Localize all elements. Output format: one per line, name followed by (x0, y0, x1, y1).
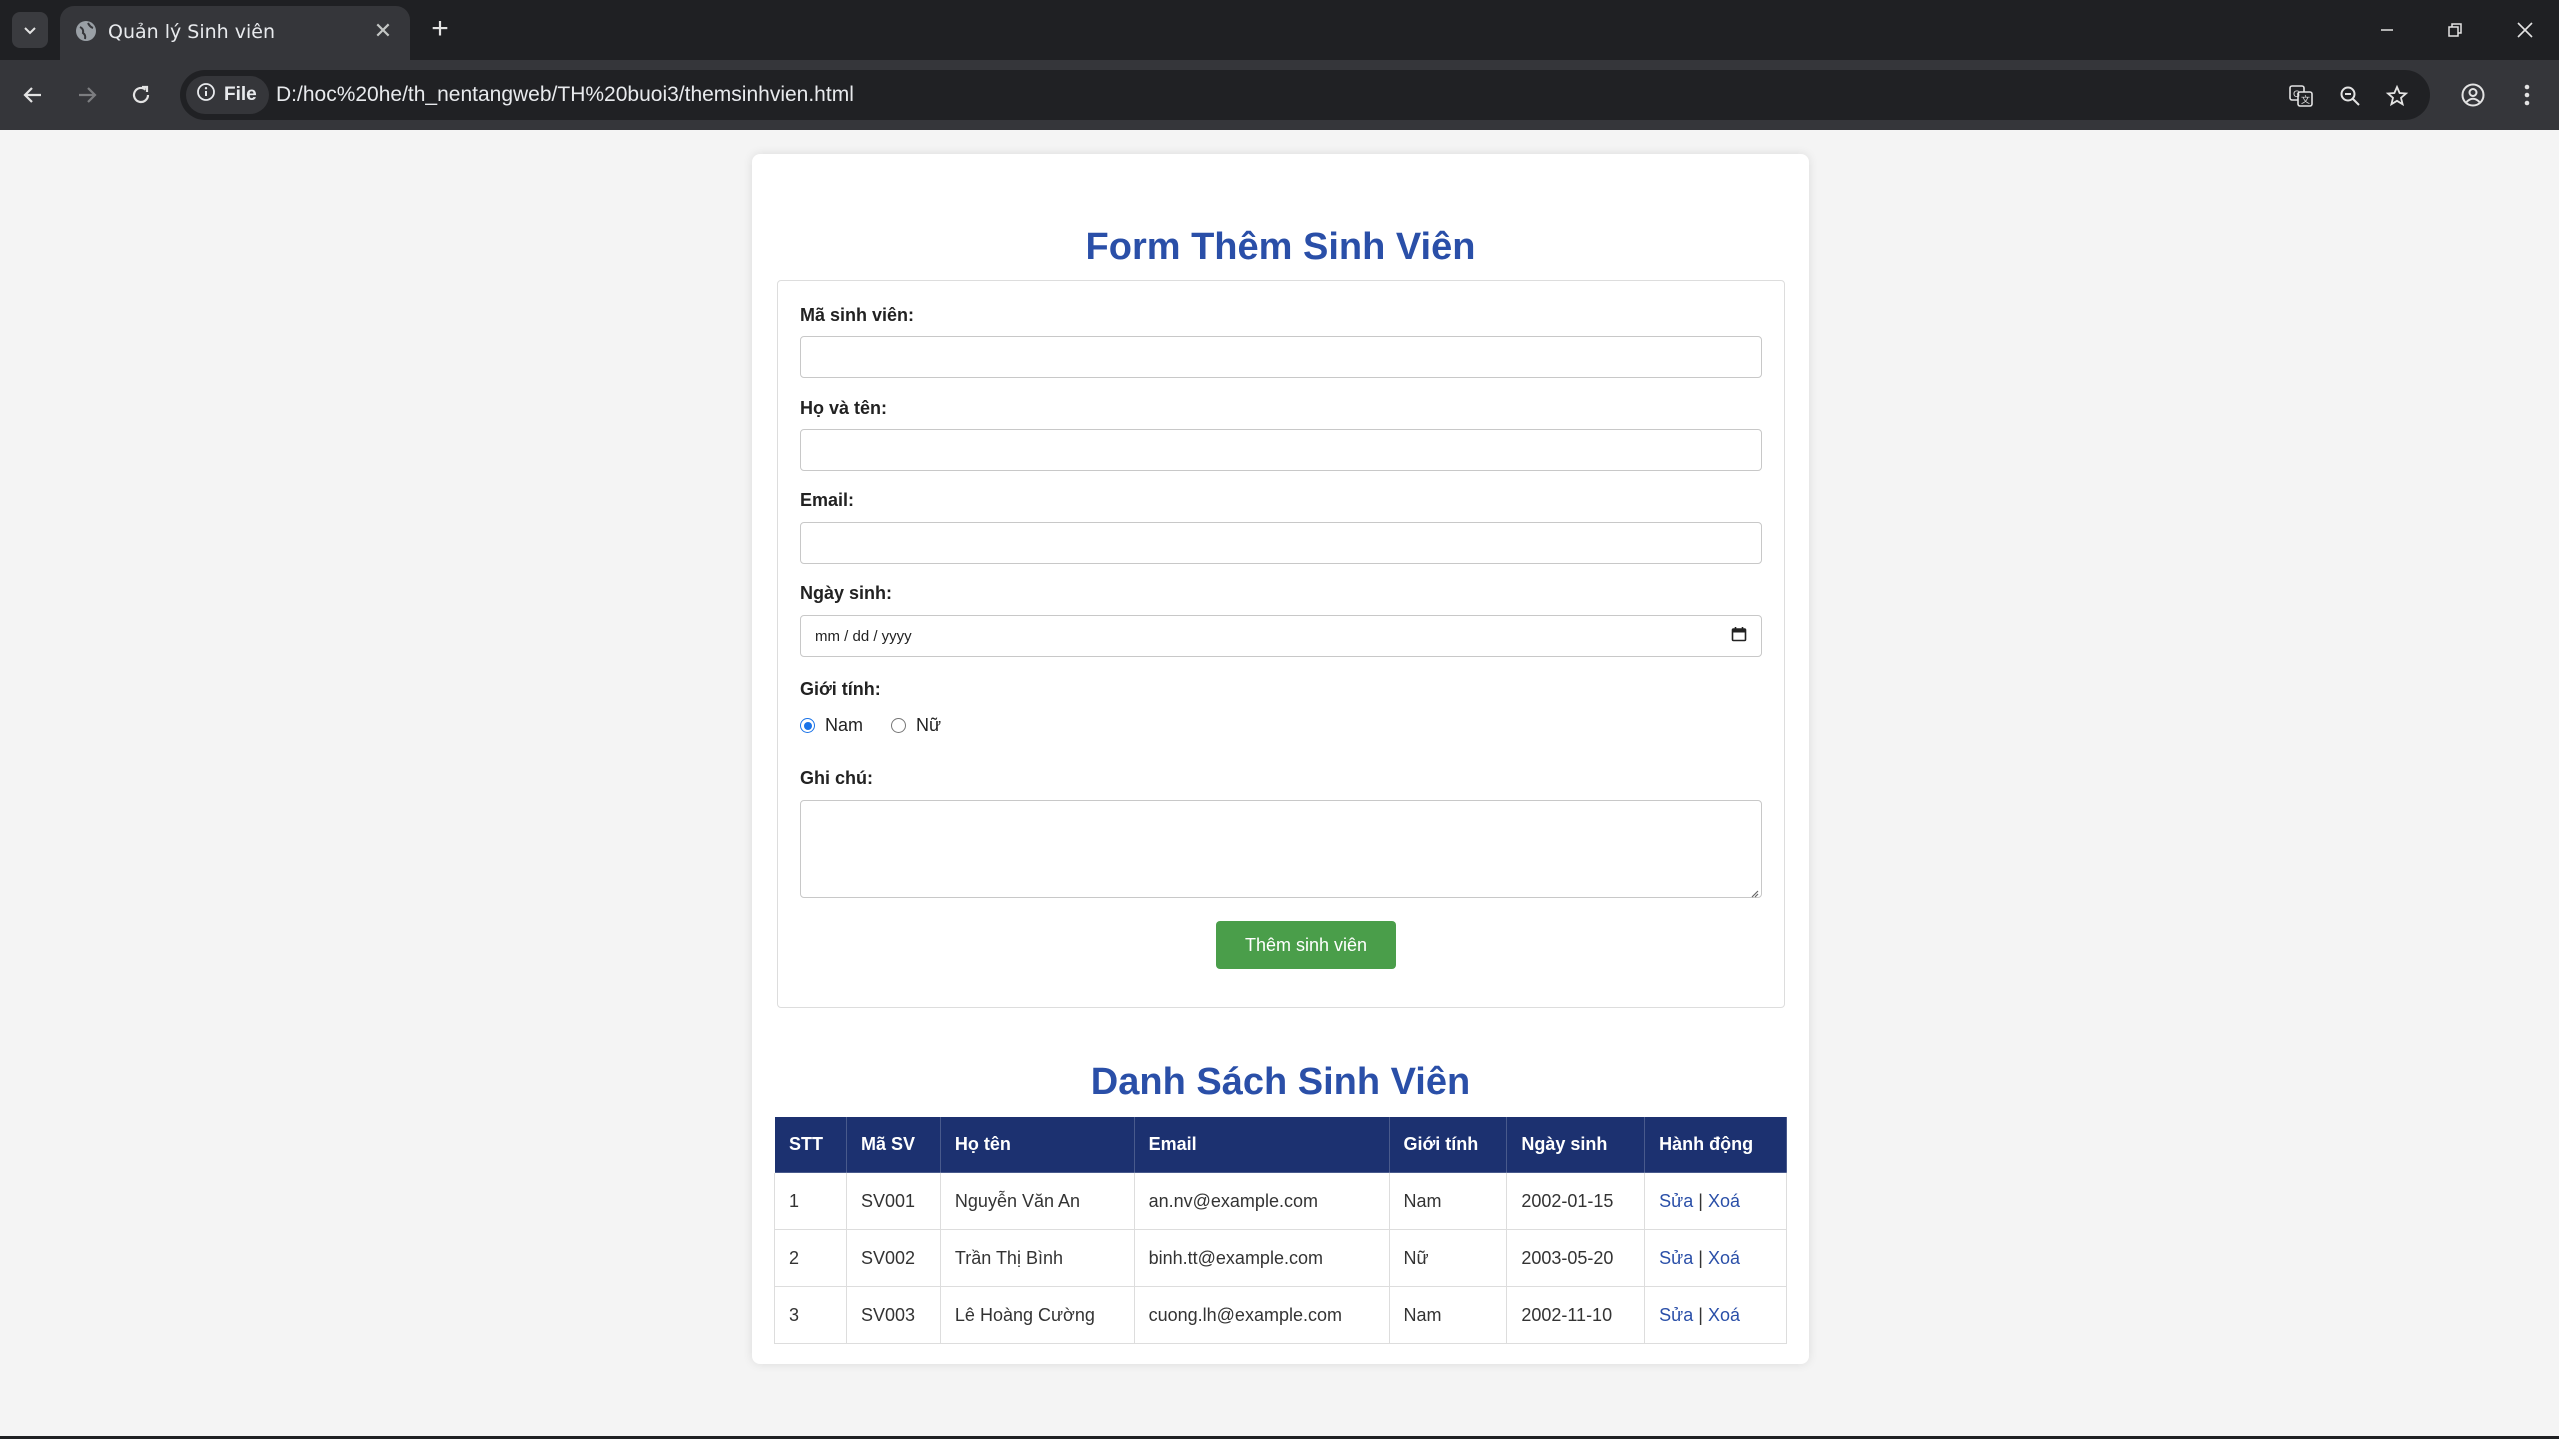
table-row: 2 SV002 Trần Thị Bình binh.tt@example.co… (774, 1229, 1787, 1287)
email-label: Email: (800, 490, 855, 510)
cell-gender: Nam (1388, 1172, 1508, 1230)
col-email: Email (1133, 1116, 1390, 1173)
action-separator: | (1698, 1304, 1703, 1325)
dob-input[interactable]: mm / dd / yyyy (800, 615, 1762, 657)
gender-label: Giới tính: (800, 679, 881, 699)
bookmark-star-icon[interactable] (2380, 79, 2414, 113)
student-id-input[interactable] (800, 336, 1762, 378)
table-row: 1 SV001 Nguyễn Văn An an.nv@example.com … (774, 1172, 1787, 1230)
cell-email: cuong.lh@example.com (1133, 1286, 1390, 1344)
reload-icon[interactable] (120, 74, 162, 116)
svg-text:G: G (2293, 90, 2300, 100)
student-id-label: Mã sinh viên: (800, 305, 915, 325)
col-gender: Giới tính (1388, 1116, 1508, 1173)
cell-name: Nguyễn Văn An (939, 1172, 1135, 1230)
cell-dob: 2002-01-15 (1506, 1172, 1646, 1230)
cell-student-id: SV001 (845, 1172, 941, 1230)
site-chip-label: File (224, 84, 257, 105)
cell-name: Trần Thị Bình (939, 1229, 1135, 1287)
gender-option-male: Nam (825, 715, 864, 735)
fullname-input[interactable] (800, 429, 1762, 471)
col-student-id: Mã SV (845, 1116, 941, 1173)
back-arrow-icon[interactable] (12, 74, 54, 116)
cell-gender: Nữ (1388, 1229, 1508, 1287)
col-actions: Hành động (1644, 1116, 1787, 1173)
window-close-icon[interactable] (2502, 8, 2548, 52)
fullname-label: Họ và tên: (800, 398, 888, 418)
cell-stt: 3 (774, 1286, 847, 1344)
col-dob: Ngày sinh (1506, 1116, 1646, 1173)
tab-title: Quản lý Sinh viên (108, 21, 276, 43)
browser-tab[interactable]: Quản lý Sinh viên ✕ (60, 6, 410, 60)
calendar-icon[interactable] (1731, 626, 1747, 646)
url-text[interactable]: D:/hoc%20he/th_nentangweb/TH%20buoi3/the… (276, 83, 854, 107)
globe-icon (74, 19, 98, 43)
student-table: STT Mã SV Họ tên Email Giới tính Ngày si… (774, 1116, 1787, 1344)
edit-link[interactable]: Sửa (1659, 1248, 1693, 1268)
cell-dob: 2002-11-10 (1506, 1286, 1646, 1344)
translate-icon[interactable]: G文 (2284, 79, 2318, 113)
cell-name: Lê Hoàng Cường (939, 1286, 1135, 1344)
new-tab-plus-icon[interactable]: + (422, 12, 458, 48)
cell-gender: Nam (1388, 1286, 1508, 1344)
dob-placeholder: mm / dd / yyyy (815, 627, 912, 645)
gender-radio-group: Nam Nữ (800, 715, 941, 736)
cell-email: an.nv@example.com (1133, 1172, 1390, 1230)
forward-arrow-icon[interactable] (66, 74, 108, 116)
email-input[interactable] (800, 522, 1762, 564)
browser-toolbar: File D:/hoc%20he/th_nentangweb/TH%20buoi… (0, 60, 2559, 130)
col-stt: STT (774, 1116, 847, 1173)
zoom-icon[interactable] (2333, 79, 2367, 113)
gender-radio-male[interactable] (800, 718, 815, 733)
cell-stt: 2 (774, 1229, 847, 1287)
cell-actions: Sửa | Xoá (1644, 1229, 1787, 1287)
page-viewport: Form Thêm Sinh Viên Mã sinh viên: Họ và … (0, 130, 2559, 1439)
edit-link[interactable]: Sửa (1659, 1191, 1693, 1211)
restore-icon[interactable] (2432, 8, 2478, 52)
info-icon (196, 82, 216, 108)
minimize-icon[interactable] (2364, 8, 2410, 52)
main-card: Form Thêm Sinh Viên Mã sinh viên: Họ và … (752, 154, 1809, 1364)
action-separator: | (1698, 1247, 1703, 1268)
svg-text:文: 文 (2301, 94, 2310, 106)
cell-stt: 1 (774, 1172, 847, 1230)
col-name: Họ tên (939, 1116, 1135, 1173)
table-header-row: STT Mã SV Họ tên Email Giới tính Ngày si… (774, 1116, 1787, 1173)
add-student-button[interactable]: Thêm sinh viên (1216, 921, 1396, 969)
resize-grip-icon[interactable] (1749, 885, 1759, 898)
browser-tabstrip: Quản lý Sinh viên ✕ + (0, 0, 2559, 60)
note-label: Ghi chú: (800, 768, 873, 788)
cell-email: binh.tt@example.com (1133, 1229, 1390, 1287)
tab-search-chevron-icon[interactable] (12, 12, 48, 48)
delete-link[interactable]: Xoá (1708, 1248, 1740, 1268)
cell-actions: Sửa | Xoá (1644, 1172, 1787, 1230)
dob-label: Ngày sinh: (800, 583, 893, 603)
kebab-menu-icon[interactable] (2506, 74, 2548, 116)
action-separator: | (1698, 1190, 1703, 1211)
delete-link[interactable]: Xoá (1708, 1305, 1740, 1325)
cell-student-id: SV003 (845, 1286, 941, 1344)
edit-link[interactable]: Sửa (1659, 1305, 1693, 1325)
cell-actions: Sửa | Xoá (1644, 1286, 1787, 1344)
form-title: Form Thêm Sinh Viên (1085, 226, 1476, 268)
cell-dob: 2003-05-20 (1506, 1229, 1646, 1287)
address-bar[interactable]: File D:/hoc%20he/th_nentangweb/TH%20buoi… (180, 70, 2430, 120)
cell-student-id: SV002 (845, 1229, 941, 1287)
table-row: 3 SV003 Lê Hoàng Cường cuong.lh@example.… (774, 1286, 1787, 1344)
note-textarea[interactable] (800, 800, 1762, 898)
add-student-form: Mã sinh viên: Họ và tên: Email: Ngày sin… (777, 280, 1785, 1008)
list-title: Danh Sách Sinh Viên (1090, 1061, 1471, 1103)
gender-radio-female[interactable] (891, 718, 907, 733)
site-info-chip[interactable]: File (186, 76, 269, 114)
delete-link[interactable]: Xoá (1708, 1191, 1740, 1211)
tab-close-icon[interactable]: ✕ (370, 18, 396, 44)
gender-option-female: Nữ (916, 715, 942, 735)
profile-icon[interactable] (2452, 74, 2494, 116)
